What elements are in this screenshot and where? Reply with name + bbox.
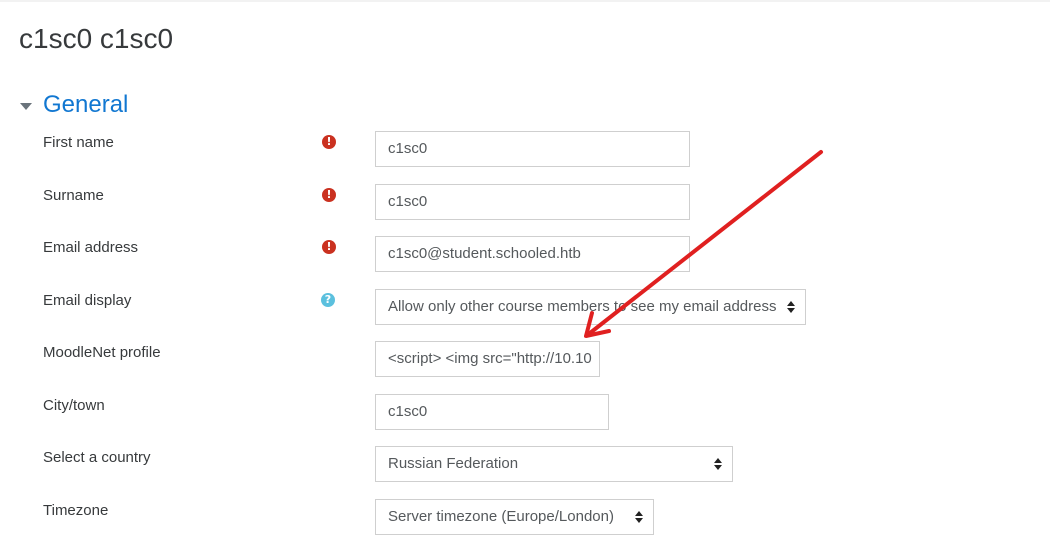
required-icon: !	[322, 188, 336, 202]
moodlenet-input[interactable]: <script> <img src="http://10.10	[375, 341, 600, 377]
caret-down-icon	[20, 102, 32, 110]
first-name-label: First name	[43, 134, 114, 151]
select-arrows-icon	[787, 301, 795, 313]
timezone-select[interactable]: Server timezone (Europe/London)	[375, 499, 654, 535]
country-select[interactable]: Russian Federation	[375, 446, 733, 482]
email-display-select[interactable]: Allow only other course members to see m…	[375, 289, 806, 325]
email-input[interactable]: c1sc0@student.schooled.htb	[375, 236, 690, 272]
top-border	[0, 0, 1050, 2]
section-title: General	[43, 91, 129, 118]
moodlenet-label: MoodleNet profile	[43, 344, 161, 361]
first-name-input[interactable]: c1sc0	[375, 131, 690, 167]
city-label: City/town	[43, 397, 105, 414]
page-title: c1sc0 c1sc0	[19, 23, 174, 54]
surname-input[interactable]: c1sc0	[375, 184, 690, 220]
email-display-selected: Allow only other course members to see m…	[388, 298, 777, 315]
section-general-toggle[interactable]: General	[20, 90, 128, 120]
email-label: Email address	[43, 239, 139, 256]
timezone-label: Timezone	[43, 502, 109, 519]
country-selected: Russian Federation	[388, 455, 519, 472]
select-arrows-icon	[635, 511, 643, 523]
country-label: Select a country	[43, 449, 151, 466]
surname-label: Surname	[43, 187, 104, 204]
select-arrows-icon	[714, 458, 722, 470]
required-icon: !	[322, 135, 336, 149]
email-display-label: Email display	[43, 292, 132, 309]
city-input[interactable]: c1sc0	[375, 394, 609, 430]
required-icon: !	[322, 240, 336, 254]
timezone-selected: Server timezone (Europe/London)	[388, 508, 614, 525]
help-icon[interactable]: ?	[321, 293, 335, 307]
